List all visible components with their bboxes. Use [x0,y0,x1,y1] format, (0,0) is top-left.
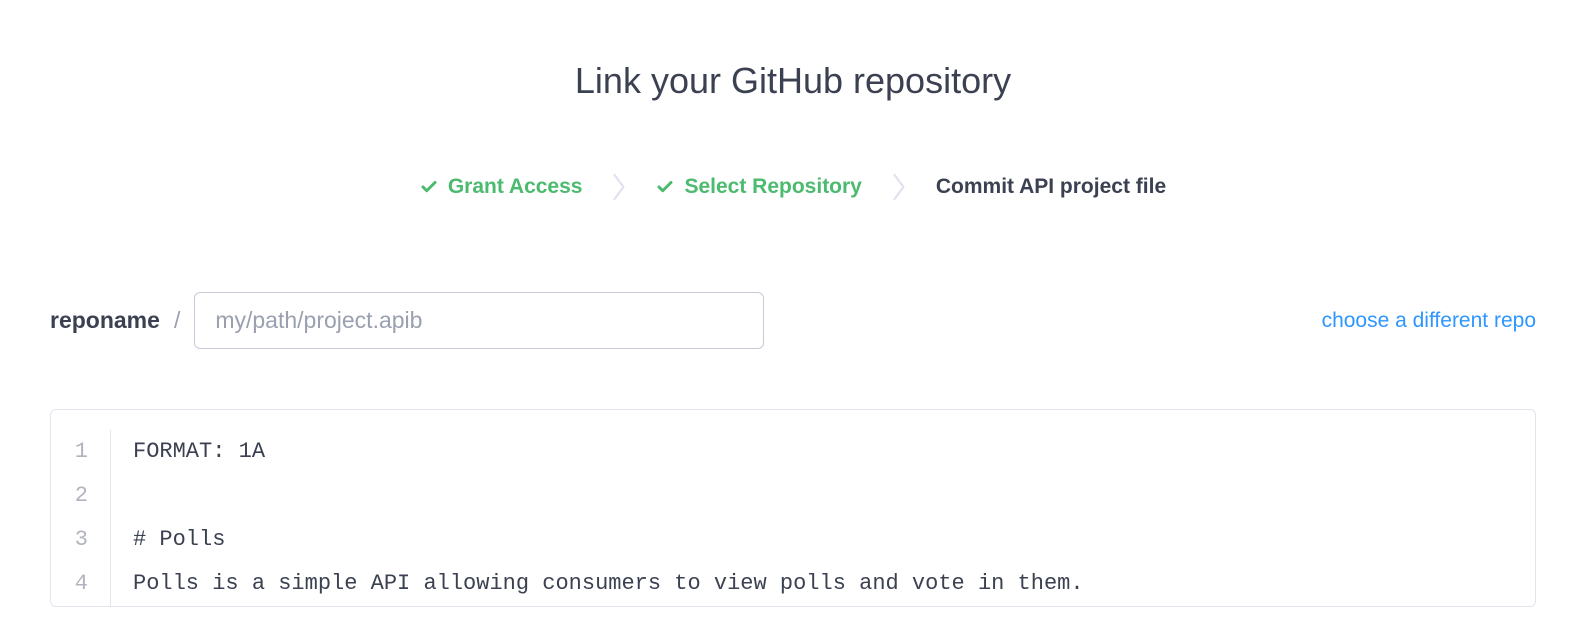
line-number: 1 [51,430,111,474]
line-content: # Polls [111,518,225,562]
code-line: 4 Polls is a simple API allowing consume… [51,562,1535,606]
chevron-right-icon [610,172,628,202]
line-number: 4 [51,562,111,606]
path-row: reponame / choose a different repo [50,292,1536,349]
code-line: 1 FORMAT: 1A [51,430,1535,474]
stepper: Grant Access Select Repository Commit AP… [50,172,1536,202]
code-line: 2 [51,474,1535,518]
line-content: FORMAT: 1A [111,430,265,474]
checkmark-icon [420,178,438,196]
step-grant-access: Grant Access [420,175,583,199]
step-select-repository: Select Repository [656,175,861,199]
chevron-right-icon [890,172,908,202]
choose-different-repo-link[interactable]: choose a different repo [1322,309,1536,333]
page-title: Link your GitHub repository [50,60,1536,102]
line-content: Polls is a simple API allowing consumers… [111,562,1084,606]
path-separator: / [174,307,180,334]
step-label: Grant Access [448,175,583,199]
step-label: Commit API project file [936,175,1166,199]
line-number: 3 [51,518,111,562]
checkmark-icon [656,178,674,196]
repo-name: reponame [50,307,160,334]
code-line: 3 # Polls [51,518,1535,562]
line-number: 2 [51,474,111,518]
step-label: Select Repository [684,175,861,199]
file-path-input[interactable] [194,292,764,349]
step-commit-file: Commit API project file [936,175,1166,199]
code-editor[interactable]: 1 FORMAT: 1A 2 3 # Polls 4 Polls is a si… [50,409,1536,607]
